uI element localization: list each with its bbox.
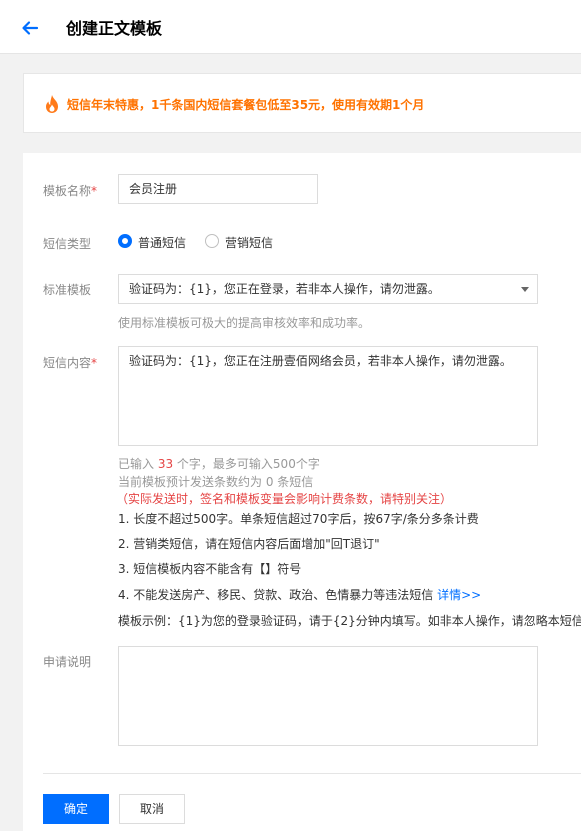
standard-template-label: 标准模板 xyxy=(43,283,92,297)
details-link[interactable]: 详情>> xyxy=(437,588,481,602)
flame-icon xyxy=(43,94,61,114)
rule-3: 3. 短信模板内容不能含有【】符号 xyxy=(118,562,302,576)
template-form: 模板名称* 会员注册 短信类型 普通短信 营销短信 标准模板 验证码为：{1}，… xyxy=(23,153,581,831)
arrow-left-icon[interactable] xyxy=(20,18,40,38)
top-bar: 创建正文模板 xyxy=(0,0,581,54)
rule-1: 1. 长度不超过500字。单条短信超过70字后，按67字/条分多条计费 xyxy=(118,512,479,526)
send-estimate: 当前模板预计发送条数约为 0 条短信 xyxy=(118,475,314,489)
template-example: 模板示例：{1}为您的登录验证码，请于{2}分钟内填写。如非本人操作，请忽略本短… xyxy=(118,614,581,628)
description-textarea[interactable] xyxy=(118,646,538,746)
standard-template-select[interactable]: 验证码为：{1}，您正在登录，若非本人操作，请勿泄露。 xyxy=(118,274,538,304)
cancel-button[interactable]: 取消 xyxy=(119,794,185,824)
standard-template-value: 验证码为：{1}，您正在登录，若非本人操作，请勿泄露。 xyxy=(129,282,440,296)
rule-4: 4. 不能发送房产、移民、贷款、政治、色情暴力等违法短信 详情>> xyxy=(118,588,482,602)
standard-template-hint: 使用标准模板可极大的提高审核效率和成功率。 xyxy=(118,316,371,330)
divider xyxy=(43,773,581,774)
sms-type-label: 短信类型 xyxy=(43,237,92,251)
sms-content-textarea[interactable]: 验证码为：{1}，您正在注册壹佰网络会员，若非本人操作，请勿泄露。 xyxy=(118,346,538,446)
rule-2: 2. 营销类短信，请在短信内容后面增加"回T退订" xyxy=(118,537,380,551)
template-name-input[interactable]: 会员注册 xyxy=(118,174,318,204)
description-label: 申请说明 xyxy=(43,655,92,669)
radio-normal-sms[interactable] xyxy=(118,234,132,248)
radio-normal-sms-label[interactable]: 普通短信 xyxy=(138,234,186,251)
promo-text[interactable]: 短信年末特惠，1千条国内短信套餐包低至35元，使用有效期1个月 xyxy=(67,96,424,113)
char-count-number: 33 xyxy=(157,457,174,471)
billing-warning: （实际发送时，签名和模板变量会影响计费条数，请特别关注） xyxy=(116,492,453,506)
promo-banner: 短信年末特惠，1千条国内短信套餐包低至35元，使用有效期1个月 xyxy=(23,73,581,133)
sms-content-label: 短信内容* xyxy=(43,356,98,370)
chevron-down-icon xyxy=(521,287,529,292)
char-count: 已输入 33 个字，最多可输入500个字 xyxy=(118,457,320,471)
radio-marketing-sms[interactable] xyxy=(205,234,219,248)
template-name-label: 模板名称* xyxy=(43,184,98,198)
confirm-button[interactable]: 确定 xyxy=(43,794,109,824)
page-title: 创建正文模板 xyxy=(66,19,163,38)
radio-marketing-sms-label[interactable]: 营销短信 xyxy=(225,234,273,251)
